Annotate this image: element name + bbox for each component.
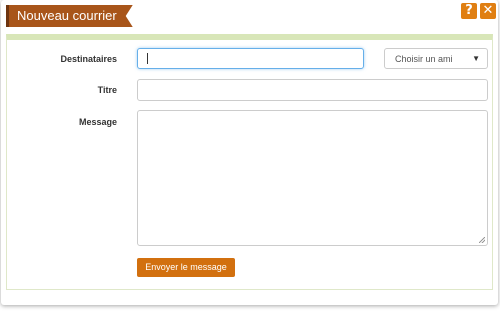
- dialog-title: Nouveau courrier: [6, 5, 133, 27]
- send-message-button[interactable]: Envoyer le message: [137, 258, 235, 277]
- message-label: Message: [78, 117, 117, 127]
- text-caret: [147, 53, 148, 64]
- help-icon[interactable]: ?: [461, 3, 477, 19]
- recipients-input[interactable]: [137, 48, 364, 69]
- title-input[interactable]: [137, 79, 488, 101]
- close-icon[interactable]: ✕: [480, 3, 496, 19]
- chevron-down-icon: ▼: [472, 54, 480, 63]
- resize-grip-icon[interactable]: [479, 237, 485, 243]
- friend-select-value: Choisir un ami: [395, 54, 453, 64]
- message-textarea[interactable]: [137, 110, 488, 246]
- recipients-label: Destinataires: [60, 54, 117, 64]
- friend-select[interactable]: Choisir un ami ▼: [384, 48, 488, 69]
- title-label: Titre: [97, 85, 117, 95]
- new-mail-dialog: Nouveau courrier ? ✕ Destinataires Chois…: [1, 0, 498, 305]
